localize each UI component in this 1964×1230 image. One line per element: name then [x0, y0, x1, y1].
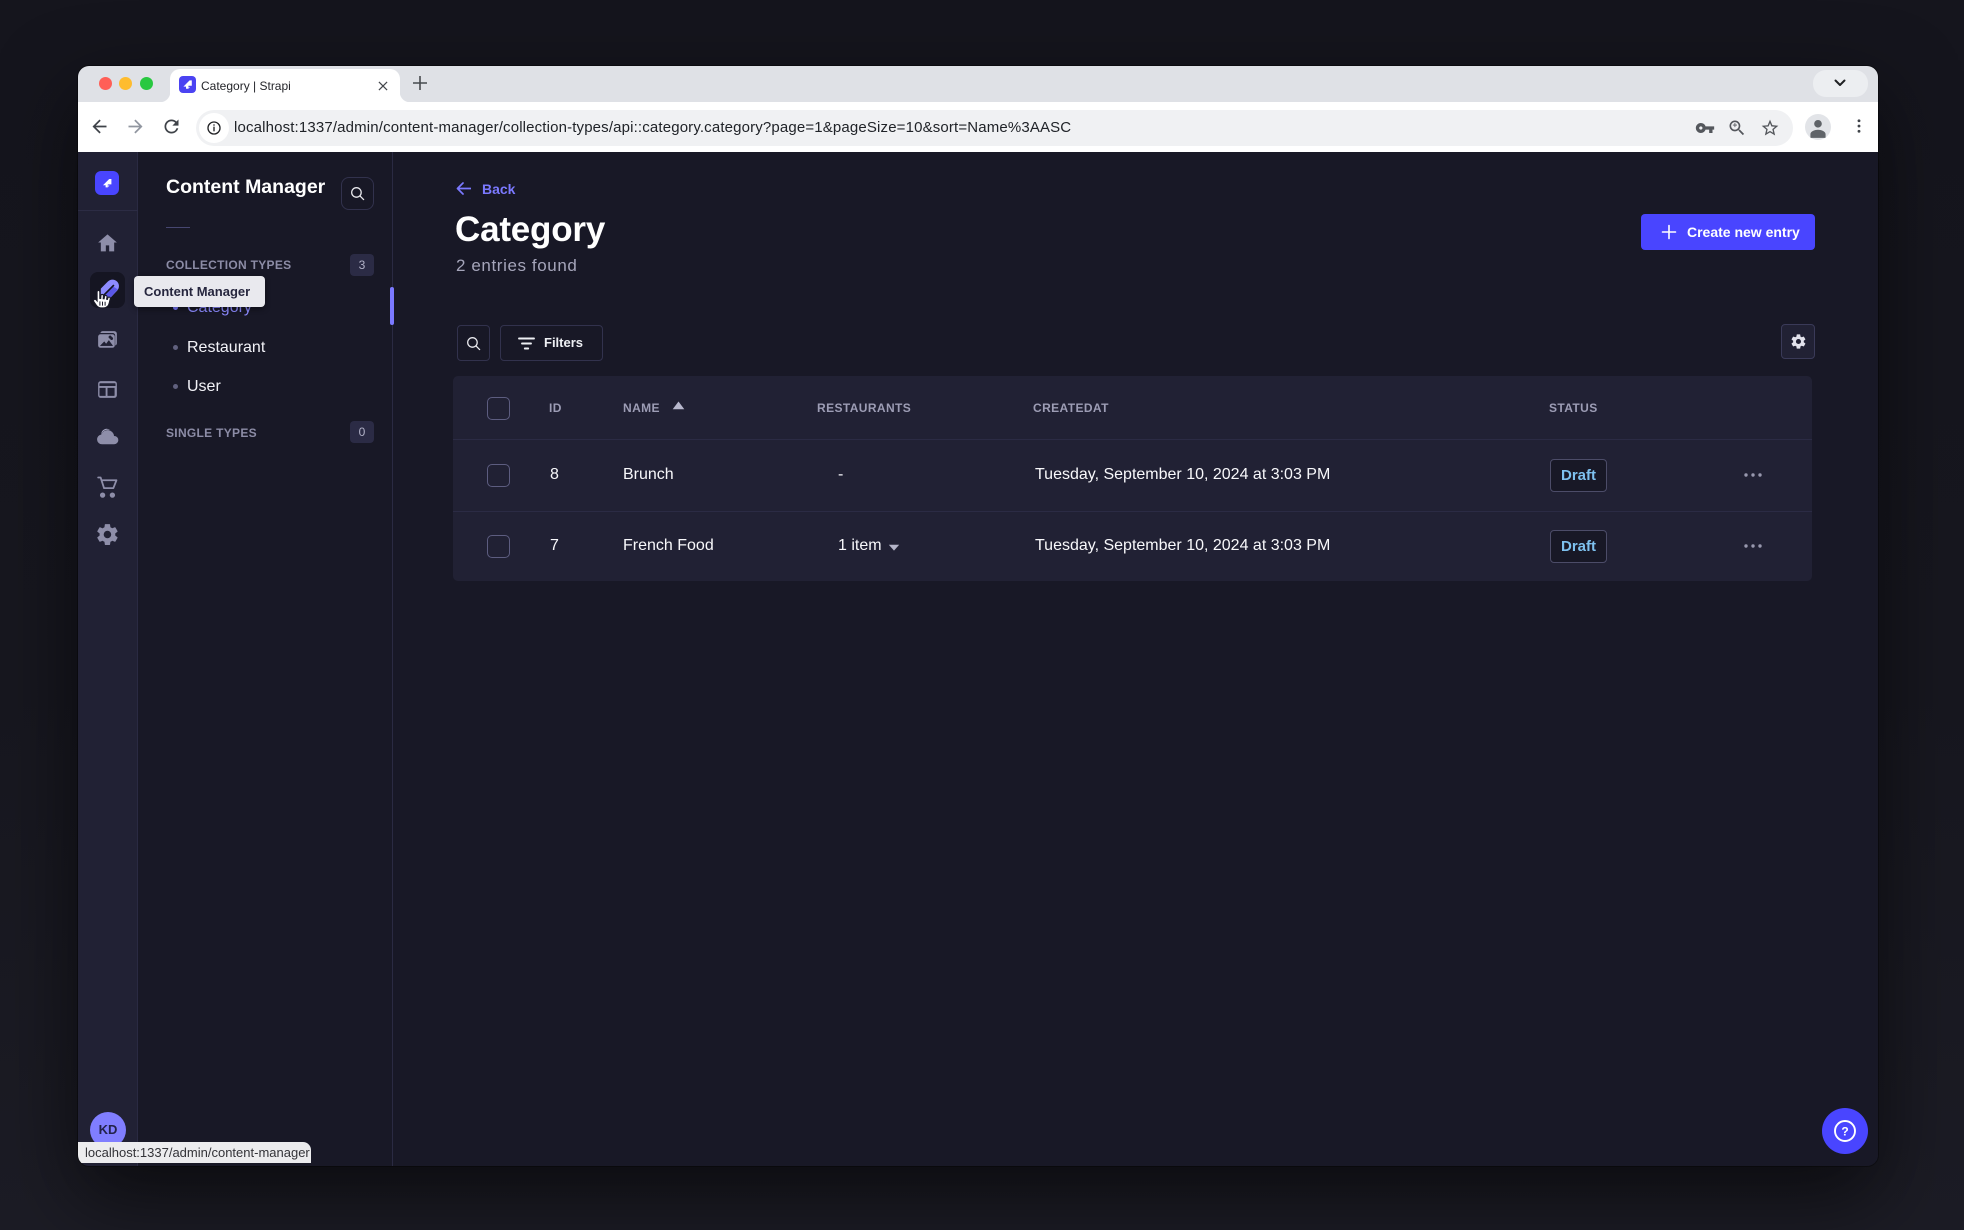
svg-text:?: ?: [1841, 1125, 1848, 1139]
